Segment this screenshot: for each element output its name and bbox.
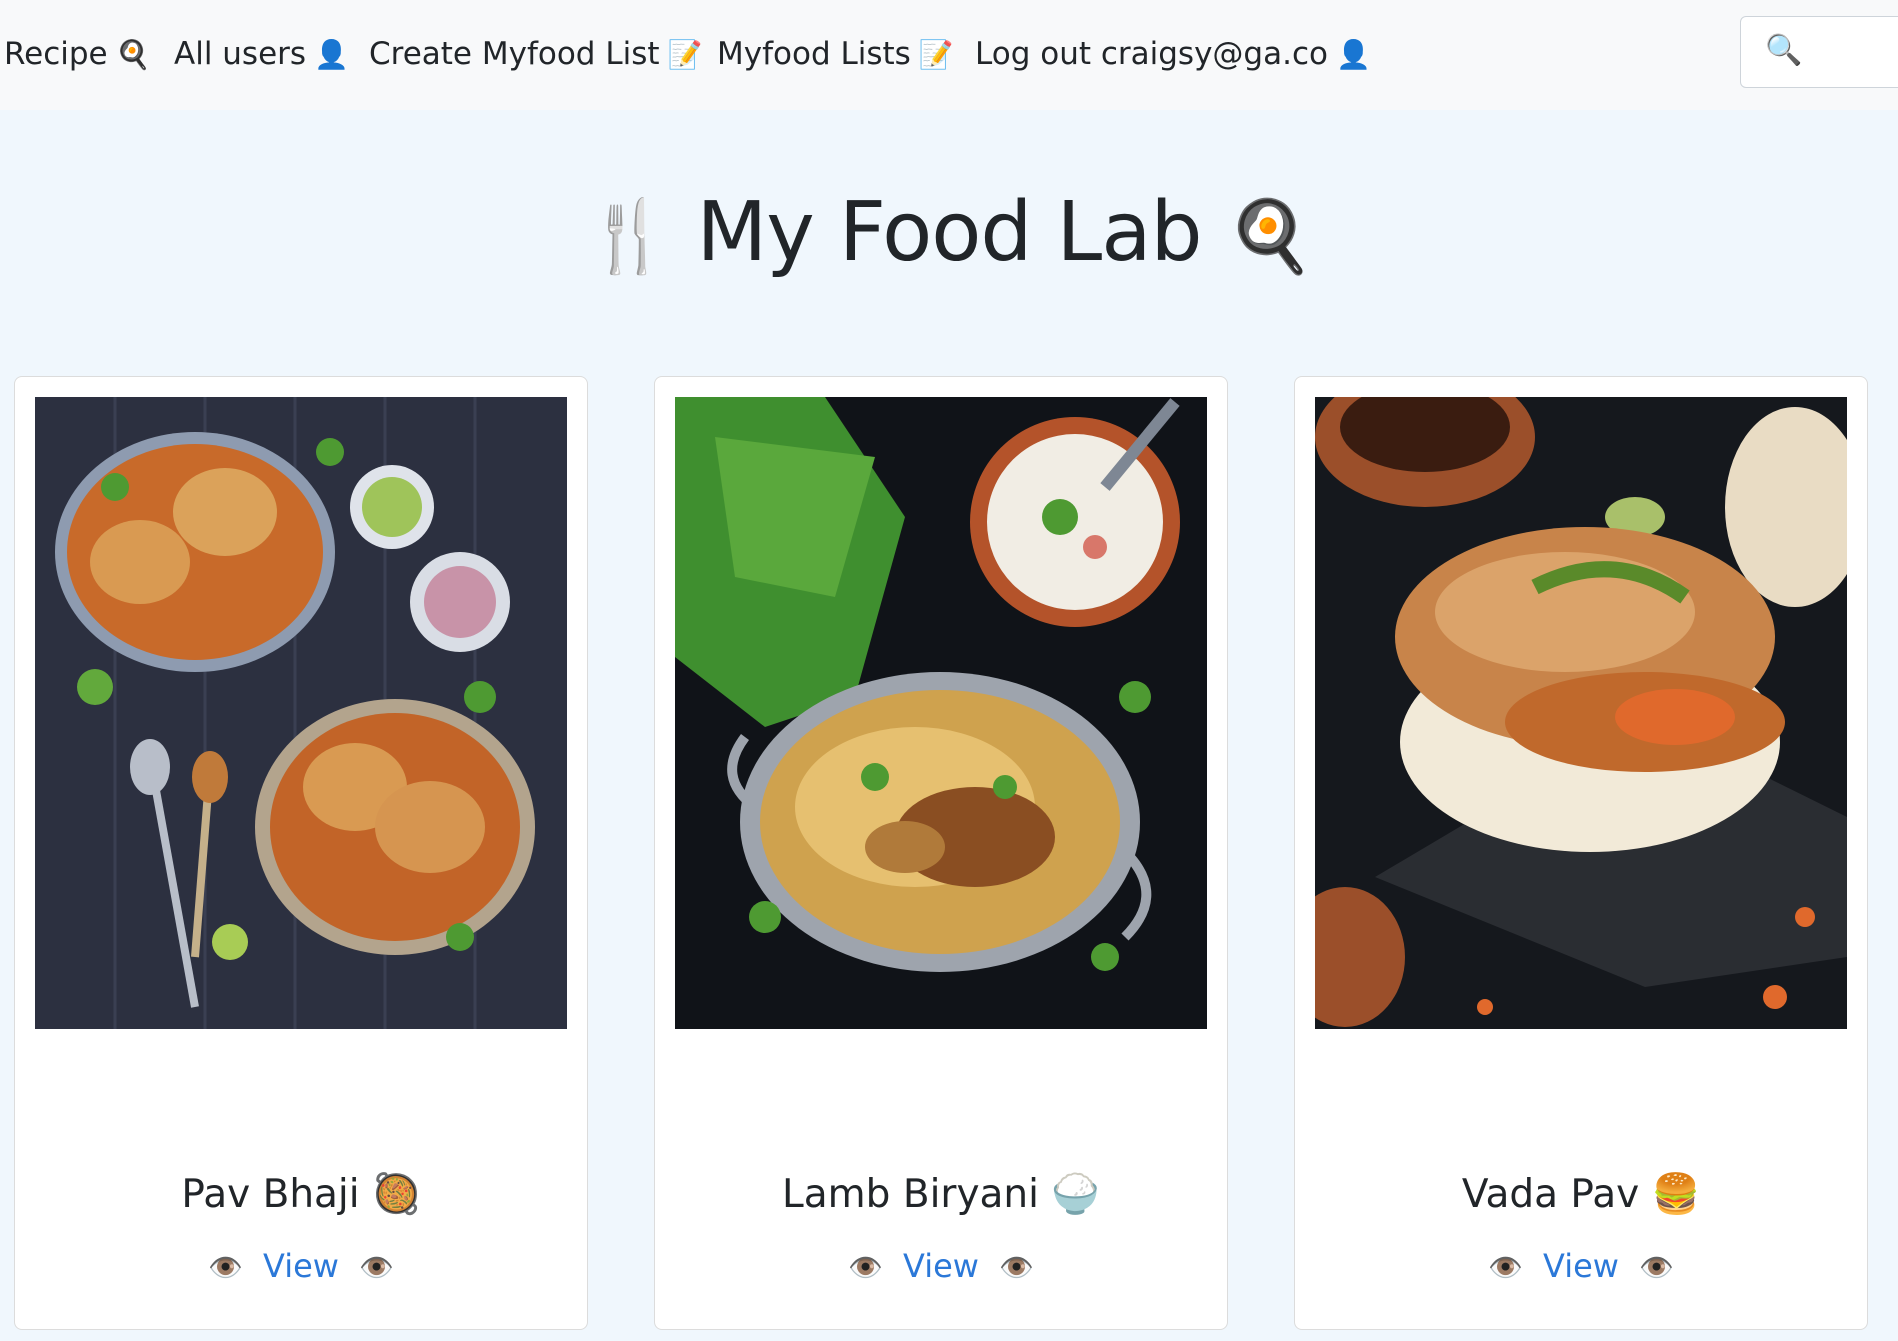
recipe-image-pav-bhaji — [35, 397, 567, 1029]
eye-icon: 👁️ — [1487, 1251, 1523, 1284]
nav-all-users-link[interactable]: All users 👤 — [174, 34, 349, 74]
frying-pan-icon: 🍳 — [1226, 195, 1314, 277]
recipe-image-vada-pav — [1315, 397, 1847, 1029]
eye-icon: 👁️ — [359, 1251, 395, 1284]
view-recipe-link[interactable]: View — [263, 1247, 339, 1285]
search-input[interactable] — [1801, 27, 1898, 79]
recipe-card: Pav Bhaji 🥘 👁️ View 👁️ — [14, 376, 588, 1330]
rice-bowl-icon: 🍚 — [1051, 1172, 1100, 1217]
nav-all-users-label: All users — [174, 36, 307, 72]
shallow-pan-icon: 🥘 — [372, 1172, 421, 1217]
recipe-view-row: 👁️ View 👁️ — [1295, 1247, 1867, 1285]
recipe-image-lamb-biryani — [675, 397, 1207, 1029]
user-icon: 👤 — [314, 38, 349, 71]
eye-icon: 👁️ — [207, 1251, 243, 1284]
nav-create-list-label: Create Myfood List — [369, 36, 660, 72]
nav-create-list-link[interactable]: Create Myfood List 📝 — [369, 34, 702, 74]
user-icon: 👤 — [1335, 38, 1371, 71]
view-recipe-link[interactable]: View — [1543, 1247, 1619, 1285]
recipe-card-title: Pav Bhaji 🥘 — [15, 1171, 587, 1217]
nav-logout-link[interactable]: Log out craigsy@ga.co 👤 — [975, 34, 1371, 74]
pav-bhaji-photo — [35, 397, 567, 1029]
burger-icon: 🍔 — [1651, 1172, 1701, 1217]
nav-logout-label: Log out craigsy@ga.co — [975, 36, 1328, 72]
lamb-biryani-photo — [675, 397, 1207, 1029]
eye-icon: 👁️ — [1639, 1251, 1675, 1284]
vada-pav-photo — [1315, 397, 1847, 1029]
nav-myfood-lists-label: Myfood Lists — [717, 36, 911, 72]
recipe-card-title: Lamb Biryani 🍚 — [655, 1171, 1227, 1217]
search-box[interactable]: 🔍 — [1740, 16, 1898, 88]
recipe-view-row: 👁️ View 👁️ — [15, 1247, 587, 1285]
frying-pan-icon: 🍳 — [115, 38, 151, 71]
eye-icon: 👁️ — [999, 1251, 1035, 1284]
recipe-view-row: 👁️ View 👁️ — [655, 1247, 1227, 1285]
recipe-title-text: Lamb Biryani — [782, 1172, 1039, 1217]
page-title-text: My Food Lab — [696, 185, 1202, 280]
recipe-title-text: Pav Bhaji — [181, 1172, 360, 1217]
nav-recipe-link[interactable]: Recipe 🍳 — [4, 34, 151, 74]
page-title: 🍴 My Food Lab 🍳 — [0, 185, 1898, 280]
eye-icon: 👁️ — [847, 1251, 883, 1284]
nav-myfood-lists-link[interactable]: Myfood Lists 📝 — [717, 34, 954, 74]
navbar: Recipe 🍳 All users 👤 Create Myfood List 📝 M… — [0, 0, 1898, 110]
memo-icon: 📝 — [918, 38, 954, 71]
view-recipe-link[interactable]: View — [903, 1247, 979, 1285]
fork-and-knife-icon: 🍴 — [585, 195, 672, 277]
recipe-card: Lamb Biryani 🍚 👁️ View 👁️ — [654, 376, 1228, 1330]
search-icon: 🔍 — [1765, 33, 1803, 68]
recipe-card-title: Vada Pav 🍔 — [1295, 1171, 1867, 1217]
recipe-title-text: Vada Pav — [1461, 1172, 1640, 1217]
memo-icon: 📝 — [667, 38, 703, 71]
recipe-card: Vada Pav 🍔 👁️ View 👁️ — [1294, 376, 1868, 1330]
nav-recipe-label: Recipe — [4, 36, 108, 72]
